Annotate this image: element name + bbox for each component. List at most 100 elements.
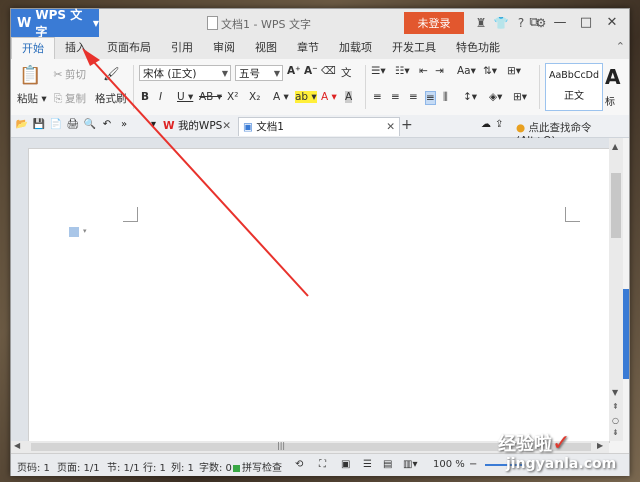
login-button[interactable]: 未登录 — [404, 12, 464, 34]
print-icon[interactable]: 🖨 — [66, 118, 80, 132]
paste-icon[interactable]: 📋 — [19, 65, 41, 86]
format-painter-button[interactable]: 格式刷 — [95, 91, 127, 106]
number-list-icon[interactable]: ☷▾ — [395, 65, 410, 77]
tab-review[interactable]: 审阅 — [203, 37, 245, 59]
copy-button[interactable]: ⎘ 复制 — [51, 91, 86, 106]
clear-format-icon[interactable]: ⌫ — [321, 65, 336, 77]
copy-icon: ⎘ — [53, 92, 63, 105]
bullet-list-icon[interactable]: ☰▾ — [371, 65, 386, 77]
sort-icon[interactable]: ⇅▾ — [483, 65, 497, 77]
tab-addins[interactable]: 加载项 — [329, 37, 382, 59]
grow-font-icon[interactable]: A⁺ — [287, 65, 301, 77]
strikethrough-icon[interactable]: AB ▾ — [199, 91, 222, 103]
font-size-select[interactable]: 五号 ▼ — [235, 65, 283, 81]
status-words[interactable]: 字数: 0 — [199, 459, 232, 474]
border-icon[interactable]: ⊞▾ — [513, 91, 527, 103]
minimize-button[interactable]: — — [547, 13, 573, 33]
shirt-icon[interactable]: 👕 — [491, 14, 511, 32]
case-icon[interactable]: Aa▾ — [457, 65, 476, 77]
outline-view-icon[interactable]: ☰ — [363, 459, 372, 470]
indent-icon[interactable]: ⇥ — [435, 65, 444, 77]
restore-icon[interactable]: ⧉ — [521, 13, 547, 33]
vertical-scrollbar[interactable]: ▲ ▼ ⇞ ○ ⇟ — [609, 138, 623, 441]
tab-page-layout[interactable]: 页面布局 — [97, 37, 161, 59]
history-icon[interactable]: ⟲ — [295, 459, 303, 470]
shading-icon[interactable]: ◈▾ — [489, 91, 502, 103]
phonetic-icon[interactable]: 文 — [341, 65, 352, 80]
style-sample: AaBbCcDd — [548, 70, 600, 81]
document-page[interactable]: ▾ — [28, 148, 610, 443]
status-col[interactable]: 列: 1 — [171, 459, 194, 474]
line-spacing-icon[interactable]: ↕▾ — [463, 91, 477, 103]
skin-icon[interactable]: ♜ — [471, 14, 491, 32]
style-heading-sample[interactable]: A — [605, 65, 620, 89]
chevron-down-icon: ▼ — [92, 18, 99, 28]
superscript-icon[interactable]: X² — [227, 91, 238, 103]
status-pages[interactable]: 页面: 1/1 — [57, 459, 100, 474]
watermark-url: jingyanla.com — [506, 456, 617, 472]
italic-icon[interactable]: I — [159, 91, 162, 103]
align-right-icon[interactable]: ≡ — [409, 91, 418, 103]
spell-check-toggle[interactable]: 拼写检查 — [233, 459, 282, 474]
page-view-icon[interactable]: ▣ — [341, 459, 350, 470]
share-icon[interactable]: ⇪ — [495, 119, 503, 130]
highlight-icon[interactable]: ab ▾ — [295, 91, 317, 103]
new-tab-button[interactable]: + — [401, 117, 413, 133]
status-row[interactable]: 行: 1 — [143, 459, 166, 474]
tab-references[interactable]: 引用 — [161, 37, 203, 59]
char-shading-icon[interactable]: A — [345, 91, 353, 103]
scroll-thumb[interactable] — [611, 173, 621, 238]
align-left-icon[interactable]: ≡ — [373, 91, 382, 103]
undo-icon[interactable]: ↶ — [100, 118, 114, 132]
shrink-font-icon[interactable]: A⁻ — [304, 65, 318, 77]
underline-icon[interactable]: U ▾ — [177, 91, 193, 103]
close-button[interactable]: ✕ — [599, 13, 625, 33]
font-color-icon[interactable]: A ▾ — [321, 91, 337, 103]
tab-insert[interactable]: 插入 — [55, 37, 97, 59]
subscript-icon[interactable]: X₂ — [249, 91, 260, 103]
tab-my-wps[interactable]: W 我的WPS ✕ — [159, 117, 235, 136]
scroll-left-icon: ◀ — [14, 441, 21, 450]
save-icon[interactable]: 💾 — [32, 118, 46, 132]
pdf-icon[interactable]: 📄 — [49, 118, 63, 132]
zoom-level[interactable]: 100 % — [433, 459, 465, 470]
paste-button[interactable]: 粘贴 ▾ — [17, 91, 47, 106]
paragraph-icon[interactable] — [69, 227, 79, 237]
text-effect-icon[interactable]: A ▾ — [273, 91, 289, 103]
cloud-icon[interactable]: ☁ — [481, 119, 491, 130]
preview-icon[interactable]: 🔍 — [83, 118, 97, 132]
chevron-down-icon[interactable]: ▾ — [151, 119, 156, 130]
scroll-up-icon: ▲ — [612, 142, 619, 151]
outdent-icon[interactable]: ⇤ — [419, 65, 428, 77]
brush-icon[interactable]: 🖌 — [103, 67, 120, 82]
close-icon[interactable]: ✕ — [386, 118, 395, 137]
maximize-button[interactable]: □ — [573, 13, 599, 33]
justify-icon[interactable]: ≡ — [425, 91, 436, 105]
chevron-down-icon[interactable]: ▾ — [83, 227, 87, 235]
reading-view-icon[interactable]: ▥▾ — [403, 459, 417, 470]
align-center-icon[interactable]: ≡ — [391, 91, 400, 103]
bold-icon[interactable]: B — [141, 91, 149, 103]
tab-developer[interactable]: 开发工具 — [382, 37, 446, 59]
more-icon[interactable]: » — [117, 118, 131, 132]
cut-button[interactable]: ✂ 剪切 — [51, 67, 86, 82]
tab-view[interactable]: 视图 — [245, 37, 287, 59]
tab-document1[interactable]: ▣ 文档1 ✕ — [238, 117, 400, 136]
tab-features[interactable]: 特色功能 — [446, 37, 510, 59]
font-name-select[interactable]: 宋体 (正文) ▼ — [139, 65, 231, 81]
style-normal[interactable]: AaBbCcDd 正文 — [545, 63, 603, 111]
app-menu-button[interactable]: W WPS 文字 ▼ — [11, 8, 99, 39]
side-panel-tab[interactable] — [623, 289, 629, 379]
collapse-ribbon-icon[interactable]: ⌃ — [616, 40, 625, 53]
open-icon[interactable]: 📂 — [15, 118, 29, 132]
grip-icon: ||| — [277, 441, 286, 450]
web-view-icon[interactable]: ▤ — [383, 459, 392, 470]
fullscreen-icon[interactable]: ⛶ — [319, 459, 326, 470]
status-page-num[interactable]: 页码: 1 — [17, 459, 50, 474]
status-section[interactable]: 节: 1/1 — [107, 459, 140, 474]
show-marks-icon[interactable]: ⊞▾ — [507, 65, 521, 77]
zoom-out-icon[interactable]: − — [469, 459, 477, 470]
tab-section[interactable]: 章节 — [287, 37, 329, 59]
distribute-icon[interactable]: ⫼ — [443, 91, 448, 104]
tab-home[interactable]: 开始 — [11, 37, 55, 60]
